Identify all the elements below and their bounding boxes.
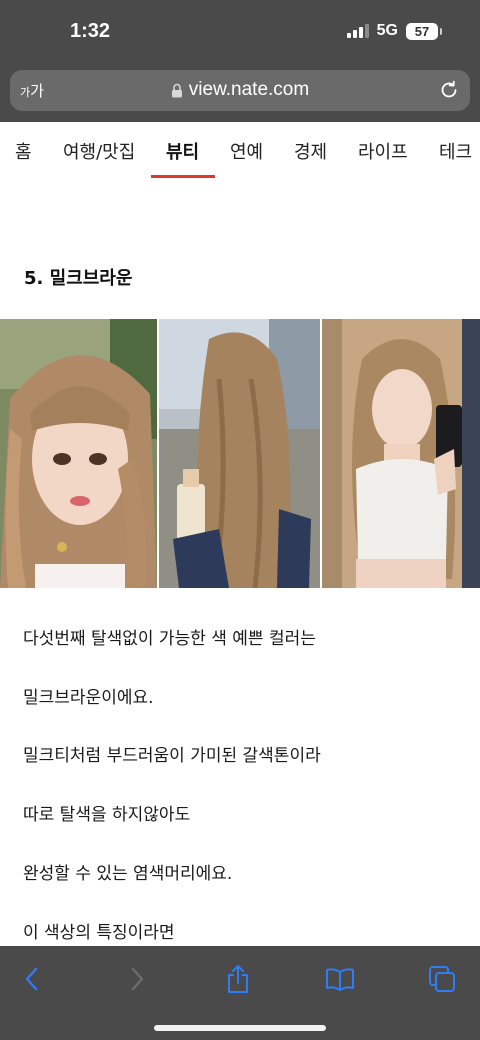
- tab-entertainment[interactable]: 연예: [230, 138, 263, 164]
- article-paragraph: 밀크티처럼 부드러움이 가미된 갈색톤이라: [23, 746, 321, 766]
- forward-button[interactable]: [120, 962, 154, 996]
- tab-home[interactable]: 홈: [15, 138, 32, 164]
- tab-travel-food[interactable]: 여행/맛집: [63, 138, 135, 164]
- hair-photo-strip: [0, 319, 480, 588]
- back-button[interactable]: [15, 962, 49, 996]
- home-indicator[interactable]: [154, 1025, 326, 1031]
- category-nav: 홈 여행/맛집 뷰티 연예 경제 라이프 테크: [0, 122, 480, 180]
- status-indicators: 5G 57: [346, 22, 442, 40]
- article-paragraph: 완성할 수 있는 염색머리에요.: [23, 864, 233, 884]
- status-time: 1:32: [70, 20, 111, 42]
- share-button[interactable]: [221, 962, 255, 996]
- tab-economy[interactable]: 경제: [294, 138, 327, 164]
- reload-icon[interactable]: [438, 79, 460, 105]
- article-paragraph: 밀크브라운이에요.: [23, 688, 154, 708]
- tab-beauty[interactable]: 뷰티: [166, 138, 199, 164]
- section-heading: 5. 밀크브라운: [24, 268, 133, 289]
- tabs-button[interactable]: [425, 962, 459, 996]
- article-paragraph: 따로 탈색을 하지않아도: [23, 805, 191, 825]
- active-tab-indicator: [151, 175, 215, 178]
- cellular-signal-icon: [346, 24, 369, 38]
- battery-icon: 57: [406, 22, 442, 40]
- photo-long-wavy: [159, 319, 320, 588]
- forward-icon: [131, 967, 144, 991]
- browser-top-chrome: 1:32 5G 57 가가 view.nate.com: [0, 0, 480, 122]
- url-text: view.nate.com: [188, 79, 310, 100]
- address-bar[interactable]: 가가 view.nate.com: [10, 70, 470, 111]
- tab-tech[interactable]: 테크: [439, 138, 472, 164]
- lock-icon: [171, 83, 183, 98]
- network-type: 5G: [376, 22, 398, 39]
- bookmarks-button[interactable]: [323, 962, 357, 996]
- url-display[interactable]: view.nate.com: [10, 79, 470, 101]
- tab-life[interactable]: 라이프: [358, 138, 408, 164]
- tabs-icon: [429, 966, 455, 992]
- back-icon: [25, 967, 38, 991]
- bookmarks-icon: [326, 968, 354, 991]
- article-paragraph: 이 색상의 특징이라면: [23, 923, 175, 943]
- article-paragraph: 다섯번째 탈색없이 가능한 색 예쁜 컬러는: [23, 629, 316, 649]
- photo-mirror-selfie: [322, 319, 480, 588]
- share-icon: [228, 965, 248, 993]
- photo-bangs-braid: [0, 319, 157, 588]
